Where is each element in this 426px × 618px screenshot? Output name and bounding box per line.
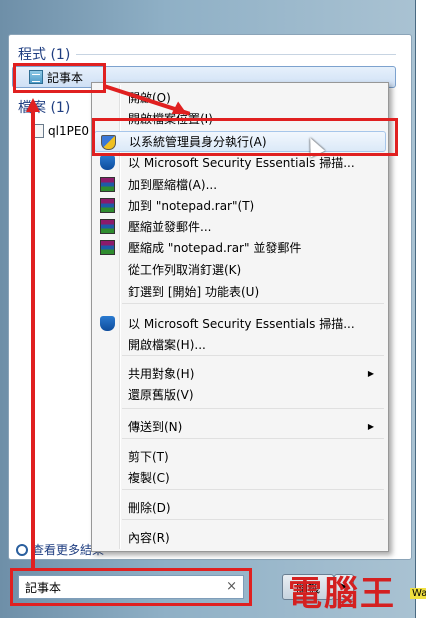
context-menu-item-label: 以 Microsoft Security Essentials 掃描... (128, 317, 355, 331)
context-menu-item-label: 還原舊版(V) (128, 388, 194, 402)
annotation-box-search (10, 568, 252, 606)
context-menu-item[interactable]: 刪除(D) (94, 497, 386, 518)
annotation-box-program (13, 63, 106, 93)
context-menu-item-label: 共用對象(H) (128, 367, 195, 381)
context-menu-item-label: 壓縮並發郵件... (128, 220, 212, 234)
annotation-arrowhead-up (26, 98, 40, 112)
context-menu-item[interactable]: 還原舊版(V) (94, 384, 386, 405)
context-menu-item-label: 從工作列取消釘選(K) (128, 263, 242, 277)
context-menu-item-label: 剪下(T) (128, 450, 169, 464)
magnifier-icon (16, 543, 28, 556)
watermark-logo: 電腦王 (288, 574, 396, 614)
programs-divider (76, 54, 396, 55)
submenu-arrow-icon: ▶ (367, 369, 374, 378)
context-menu-separator (122, 303, 384, 304)
context-menu-item[interactable]: 加到 "notepad.rar"(T) (94, 195, 386, 216)
programs-section-header: 程式 (1) (18, 47, 71, 63)
annotation-box-run-as-admin (92, 118, 398, 156)
winrar-icon (100, 177, 115, 192)
mse-icon (100, 316, 115, 331)
context-menu-item-label: 以 Microsoft Security Essentials 掃描... (128, 156, 355, 170)
context-menu-item-label: 內容(R) (128, 531, 170, 545)
context-menu-item[interactable]: 壓縮並發郵件... (94, 216, 386, 237)
submenu-arrow-icon: ▶ (367, 422, 374, 431)
file-result-label: ql1PE0 (48, 124, 90, 138)
context-menu-item[interactable]: 複製(C) (94, 467, 386, 488)
context-menu-separator (122, 408, 384, 409)
context-menu-item-label: 加到壓縮檔(A)... (128, 178, 218, 192)
mse-icon (100, 155, 115, 170)
context-menu-separator (122, 519, 384, 520)
context-menu-item[interactable]: 釘選到 [開始] 功能表(U) (94, 281, 386, 302)
winrar-icon (100, 198, 115, 213)
context-menu-item[interactable]: 壓縮成 "notepad.rar" 並發郵件 (94, 237, 386, 258)
context-menu-item-label: 刪除(D) (128, 501, 171, 515)
context-menu-item[interactable]: 從工作列取消釘選(K) (94, 259, 386, 280)
context-menu-item[interactable]: 加到壓縮檔(A)... (94, 174, 386, 195)
winrar-icon (100, 219, 115, 234)
context-menu-item[interactable]: 開啟檔案(H)... (94, 334, 386, 355)
annotation-arrow-up (31, 110, 35, 570)
context-menu-separator (122, 355, 384, 356)
context-menu-separator (122, 489, 384, 490)
context-menu-item-label: 複製(C) (128, 471, 170, 485)
context-menu-item[interactable]: 以 Microsoft Security Essentials 掃描... (94, 313, 386, 334)
context-menu-item[interactable]: 共用對象(H) ▶ (94, 363, 386, 384)
context-menu-item[interactable]: 剪下(T) (94, 446, 386, 467)
context-menu-separator (122, 438, 384, 439)
context-menu-item-label: 壓縮成 "notepad.rar" 並發郵件 (128, 241, 302, 255)
context-menu-item[interactable]: 傳送到(N) ▶ (94, 416, 386, 437)
context-menu-item-label: 傳送到(N) (128, 420, 183, 434)
file-result-item[interactable]: ql1PE0 (32, 124, 89, 138)
context-menu-item-label: 加到 "notepad.rar"(T) (128, 199, 255, 213)
context-menu-item[interactable]: 內容(R) (94, 527, 386, 548)
winrar-icon (100, 240, 115, 255)
context-menu-item-label: 開啟檔案(H)... (128, 338, 206, 352)
context-menu-item-label: 釘選到 [開始] 功能表(U) (128, 285, 260, 299)
background-code-snippet: Wag (410, 588, 426, 599)
